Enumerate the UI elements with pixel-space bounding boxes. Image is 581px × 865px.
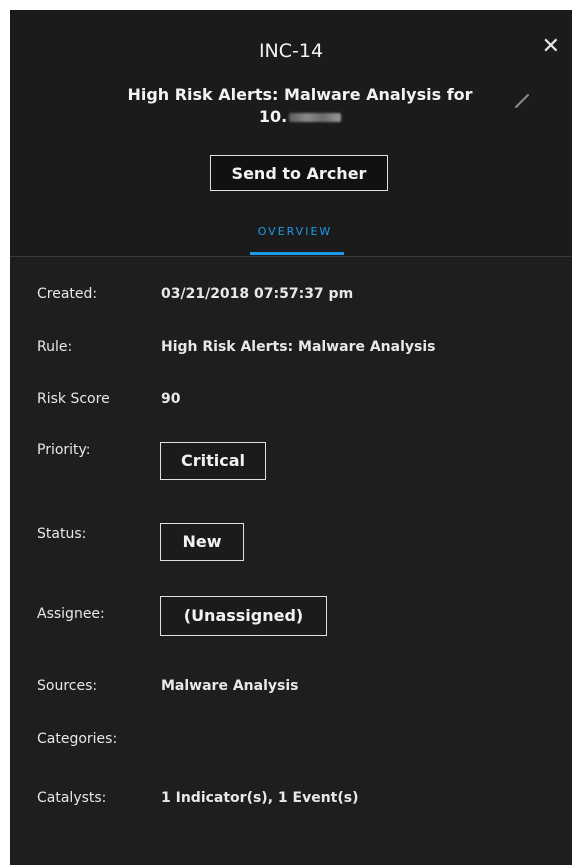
assignee-selector[interactable]: (Unassigned) (160, 596, 327, 636)
assignee-label: Assignee: (37, 606, 105, 622)
close-icon[interactable]: ✕ (542, 36, 560, 58)
tab-overview[interactable]: OVERVIEW (248, 225, 342, 238)
divider (10, 256, 572, 257)
priority-label: Priority: (37, 442, 91, 458)
incident-title: High Risk Alerts: Malware Analysis for 1… (110, 84, 490, 128)
catalysts-value: 1 Indicator(s), 1 Event(s) (161, 790, 359, 806)
sources-value: Malware Analysis (161, 678, 299, 694)
created-value: 03/21/2018 07:57:37 pm (161, 286, 354, 302)
incident-title-line1: High Risk Alerts: Malware Analysis for (127, 85, 473, 104)
pencil-icon[interactable] (513, 90, 533, 110)
incident-panel: INC-14 ✕ High Risk Alerts: Malware Analy… (10, 10, 572, 865)
categories-label: Categories: (37, 731, 118, 747)
risk-score-label: Risk Score (37, 391, 110, 407)
incident-id: INC-14 (258, 40, 324, 62)
send-to-archer-button[interactable]: Send to Archer (210, 155, 388, 191)
incident-title-line2: 10. (110, 106, 490, 128)
rule-value: High Risk Alerts: Malware Analysis (161, 339, 436, 355)
rule-label: Rule: (37, 339, 73, 355)
ip-prefix: 10. (258, 107, 288, 126)
catalysts-label: Catalysts: (37, 790, 107, 806)
priority-selector[interactable]: Critical (160, 442, 266, 480)
risk-score-value: 90 (161, 391, 181, 407)
status-label: Status: (37, 526, 87, 542)
redacted-ip (289, 113, 342, 122)
status-selector[interactable]: New (160, 523, 244, 561)
sources-label: Sources: (37, 678, 98, 694)
incident-header: INC-14 ✕ High Risk Alerts: Malware Analy… (10, 10, 572, 256)
created-label: Created: (37, 286, 98, 302)
tab-active-indicator (250, 252, 344, 255)
